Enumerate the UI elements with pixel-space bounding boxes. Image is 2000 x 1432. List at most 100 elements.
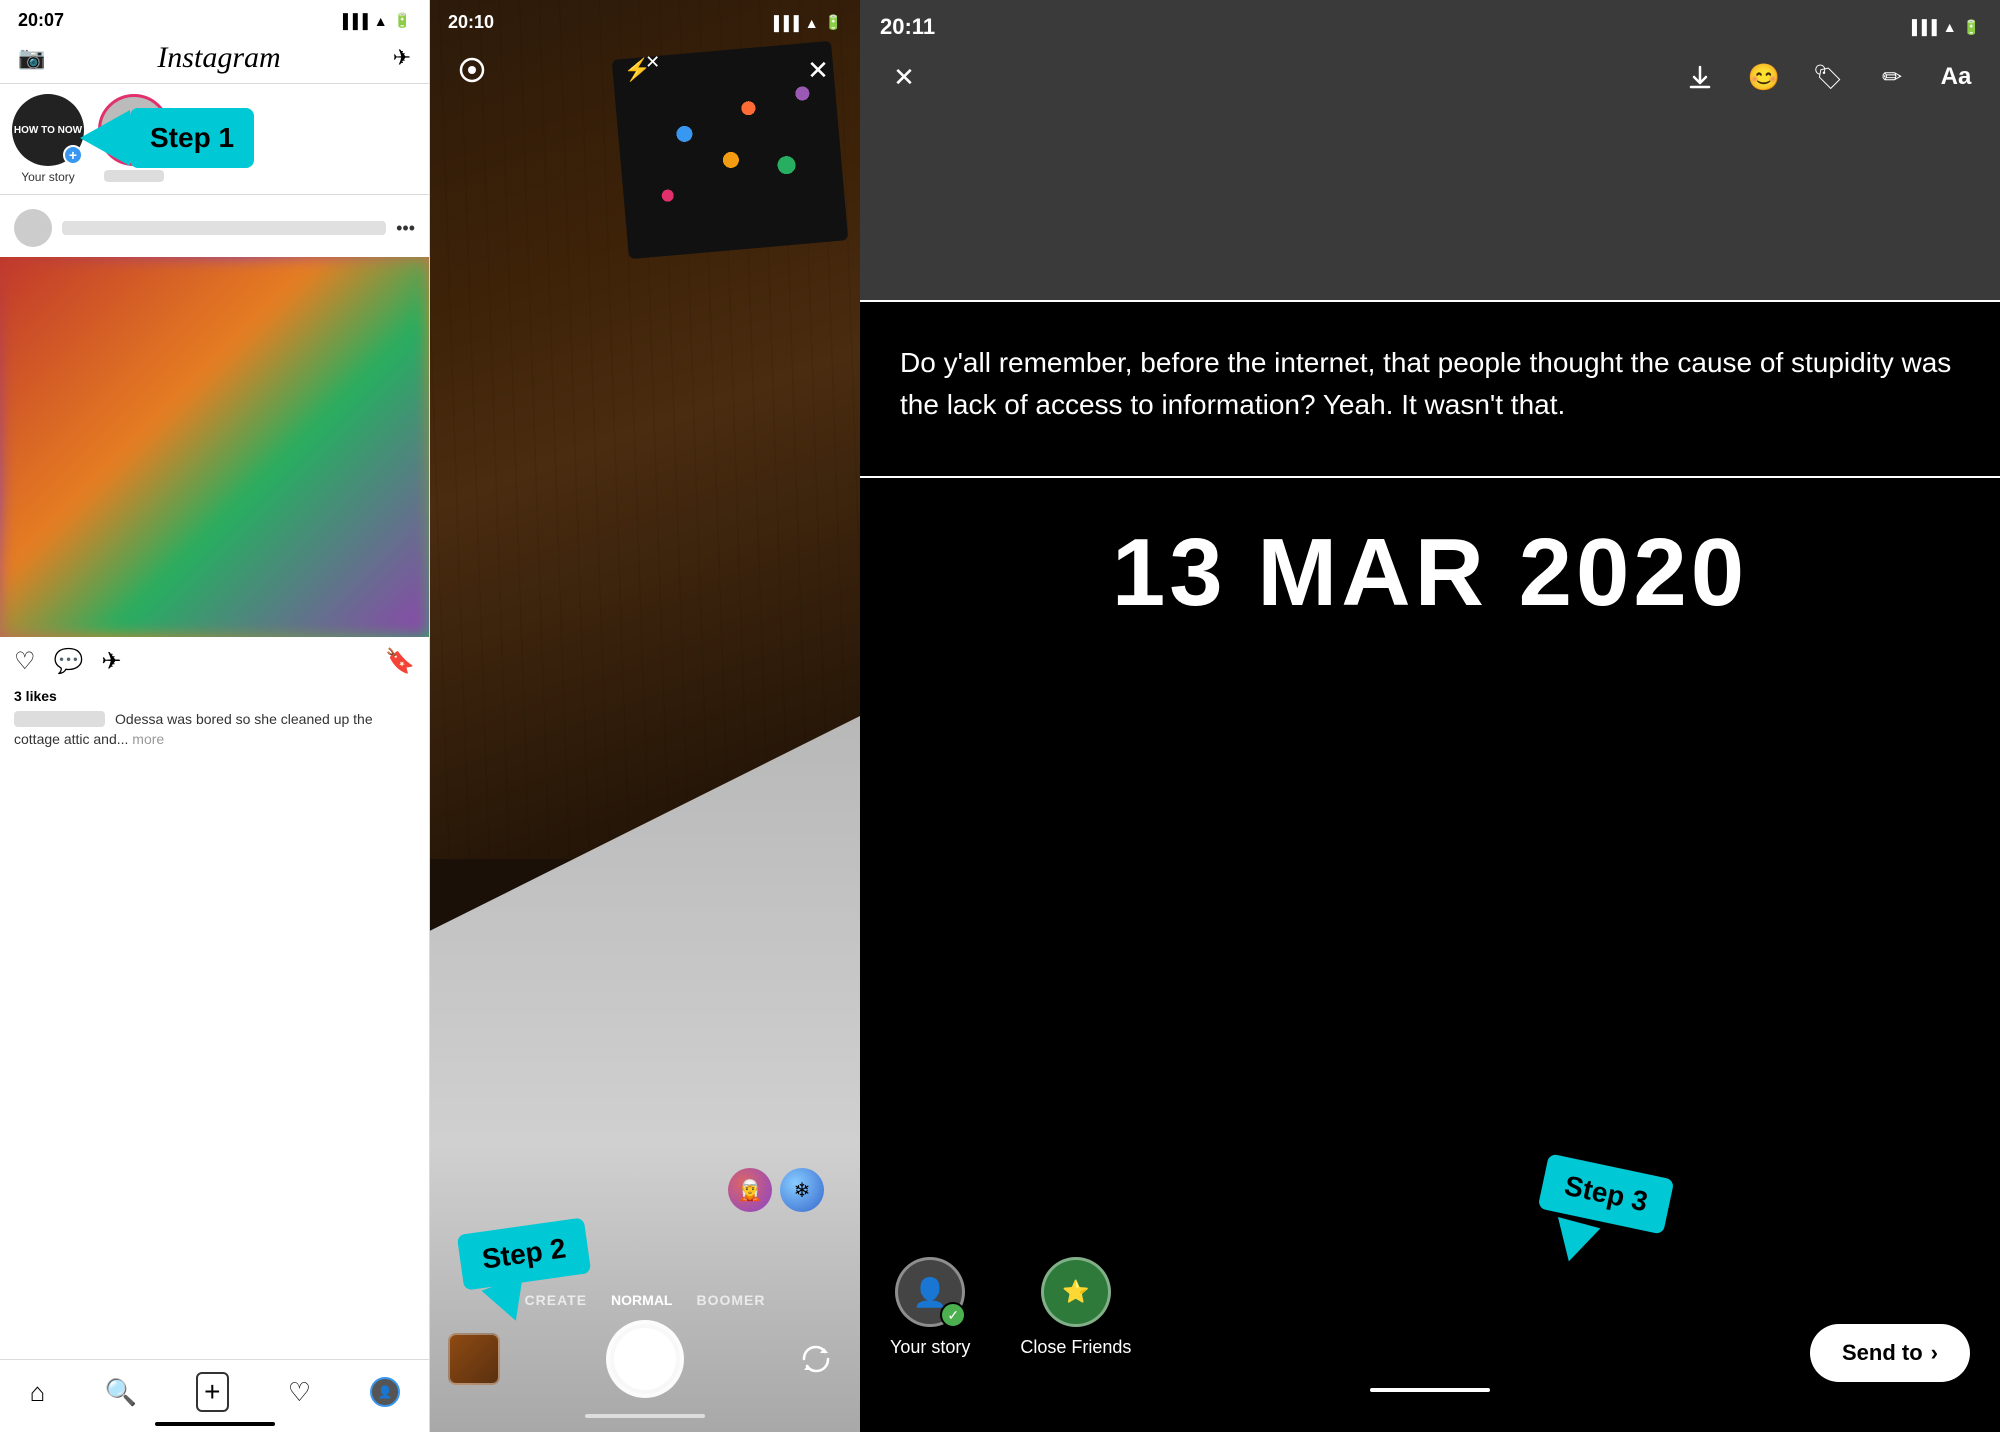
camera-icon[interactable]: 📷 xyxy=(18,45,45,71)
panel-instagram-feed: 20:07 ▐▐▐ ▲ 🔋 📷 Instagram ✈ HOW TO NOW +… xyxy=(0,0,430,1432)
story-destinations: 👤 ✓ Your story ⭐ Close Friends xyxy=(890,1257,1970,1358)
star-icon-dest: ⭐ xyxy=(1062,1279,1089,1305)
post-more-link[interactable]: more xyxy=(132,731,164,747)
story-download-icon[interactable] xyxy=(1678,55,1722,99)
your-story-item[interactable]: HOW TO NOW + Your story xyxy=(12,94,84,184)
story-bottom-section: 👤 ✓ Your story ⭐ Close Friends Send to › xyxy=(860,1237,2000,1432)
nav-heart-icon[interactable]: ♡ xyxy=(288,1377,311,1408)
gallery-thumbnail[interactable] xyxy=(448,1333,500,1385)
story-emoji-icon[interactable]: 😊 xyxy=(1742,55,1786,99)
post-caption: Odessa was bored so she cleaned up the c… xyxy=(0,708,429,755)
send-to-label: Send to xyxy=(1842,1340,1923,1366)
dest-your-story[interactable]: 👤 ✓ Your story xyxy=(890,1257,970,1358)
step2-label: Step 2 xyxy=(480,1232,568,1274)
step2-annotation: Step 2 xyxy=(460,1226,588,1322)
status-icons-p1: ▐▐▐ ▲ 🔋 xyxy=(338,12,411,29)
story-text-content: Do y'all remember, before the internet, … xyxy=(860,302,2000,476)
post-username-inline xyxy=(14,711,105,727)
send-to-arrow: › xyxy=(1931,1340,1938,1366)
nav-profile-avatar[interactable]: 👤 xyxy=(370,1377,400,1407)
home-indicator-p3 xyxy=(1370,1388,1490,1392)
flash-off-icon[interactable]: ⚡✕ xyxy=(625,50,665,90)
dest-your-story-circle: 👤 ✓ xyxy=(895,1257,965,1327)
status-bar-panel2: 20:10 ▐▐▐ ▲ 🔋 xyxy=(430,0,860,39)
like-icon[interactable]: ♡ xyxy=(14,647,36,676)
status-icons-p3: ▐▐▐ ▲ 🔋 xyxy=(1907,19,1980,36)
signal-p3: ▐▐▐ xyxy=(1907,19,1937,35)
signal-icon-p1: ▐▐▐ xyxy=(338,13,368,29)
dest-your-story-label: Your story xyxy=(890,1337,970,1358)
shutter-button[interactable] xyxy=(606,1320,684,1398)
battery-icon-p1: 🔋 xyxy=(394,12,411,29)
share-icon[interactable]: ✈ xyxy=(101,647,121,676)
step3-arrow xyxy=(1548,1217,1601,1267)
status-bar-panel1: 20:07 ▐▐▐ ▲ 🔋 xyxy=(0,0,429,35)
instagram-logo: Instagram xyxy=(157,41,280,75)
dest-close-friends-circle: ⭐ xyxy=(1041,1257,1111,1327)
status-time-p1: 20:07 xyxy=(18,10,64,31)
camera-top-controls: ⚡✕ ✕ xyxy=(430,50,860,90)
other-story-label xyxy=(104,170,164,182)
status-time-p2: 20:10 xyxy=(448,12,494,33)
bookmark-icon[interactable]: 🔖 xyxy=(385,647,415,676)
post-actions: ♡ 💬 ✈ 🔖 xyxy=(0,637,429,686)
signal-p2: ▐▐▐ xyxy=(769,15,799,31)
flip-camera-icon[interactable] xyxy=(790,1333,842,1385)
home-indicator-area-p3 xyxy=(890,1388,1970,1392)
story-quote: Do y'all remember, before the internet, … xyxy=(900,342,1960,426)
story-editor-controls: ✕ 😊 🏷 ✏ Aa xyxy=(860,55,2000,99)
story-sticker-icon[interactable]: 🏷 xyxy=(1806,55,1850,99)
home-indicator-p2 xyxy=(585,1414,705,1418)
post-username xyxy=(62,221,386,235)
post-more-icon[interactable]: ••• xyxy=(396,218,415,239)
story-date-block: 13 MAR 2020 xyxy=(860,478,2000,668)
status-icons-p2: ▐▐▐ ▲ 🔋 xyxy=(769,12,842,33)
step3-label: Step 3 xyxy=(1562,1170,1651,1218)
dest-close-friends-label: Close Friends xyxy=(1020,1337,1131,1358)
story-text-icon[interactable]: Aa xyxy=(1934,55,1978,99)
wifi-p2: ▲ xyxy=(805,15,819,31)
your-story-avatar-wrap: HOW TO NOW + xyxy=(12,94,84,166)
send-icon[interactable]: ✈ xyxy=(393,45,411,71)
status-bar-panel3: 20:11 ▐▐▐ ▲ 🔋 xyxy=(860,0,2000,46)
story-close-icon[interactable]: ✕ xyxy=(882,55,926,99)
story-date: 13 MAR 2020 xyxy=(890,518,1970,628)
story-avatar-purple[interactable]: 🧝 xyxy=(728,1168,772,1212)
mode-normal[interactable]: NORMAL xyxy=(611,1292,672,1308)
wifi-icon-p1: ▲ xyxy=(374,13,388,29)
post-user-row: ••• xyxy=(0,199,429,257)
nav-add-icon[interactable]: + xyxy=(196,1372,228,1412)
step3-annotation: Step 3 xyxy=(1542,1166,1670,1262)
step1-annotation: Step 1 xyxy=(80,108,254,168)
story-avatars-row: 🧝 ❄ xyxy=(710,1162,842,1212)
step1-label: Step 1 xyxy=(150,122,234,153)
comment-icon[interactable]: 💬 xyxy=(54,647,84,676)
nav-home-icon[interactable]: ⌂ xyxy=(30,1377,46,1408)
story-right-controls: 😊 🏷 ✏ Aa xyxy=(1678,55,1978,99)
camera-controls-row xyxy=(430,1314,860,1414)
home-indicator-p1 xyxy=(155,1422,275,1426)
panel-story-editor: 20:11 ▐▐▐ ▲ 🔋 ✕ 😊 🏷 ✏ Aa xyxy=(860,0,2000,1432)
step1-body: Step 1 xyxy=(130,108,254,168)
dest-check-your-story: ✓ xyxy=(940,1302,966,1328)
home-indicator-area-p2 xyxy=(430,1414,860,1432)
battery-p3: 🔋 xyxy=(1963,19,1980,36)
mode-boomer[interactable]: BOOMER xyxy=(696,1292,765,1308)
nav-search-icon[interactable]: 🔍 xyxy=(105,1377,137,1408)
shutter-inner xyxy=(614,1328,676,1390)
dest-close-friends[interactable]: ⭐ Close Friends xyxy=(1020,1257,1131,1358)
battery-p2: 🔋 xyxy=(825,14,842,31)
instagram-header: 📷 Instagram ✈ xyxy=(0,35,429,84)
your-story-label: Your story xyxy=(21,170,75,184)
post-avatar xyxy=(14,209,52,247)
send-to-button[interactable]: Send to › xyxy=(1810,1324,1970,1382)
post-image-blur xyxy=(0,257,430,637)
story-avatar-blue[interactable]: ❄ xyxy=(780,1168,824,1212)
status-time-p3: 20:11 xyxy=(880,14,935,40)
close-camera-icon[interactable]: ✕ xyxy=(798,50,838,90)
story-doodle-icon[interactable]: ✏ xyxy=(1870,55,1914,99)
panel-camera: 20:10 ▐▐▐ ▲ 🔋 ⚡✕ ✕ 🧝 ❄ CREATE NORMAL BOO… xyxy=(430,0,860,1432)
wifi-p3: ▲ xyxy=(1943,19,1957,35)
camera-background xyxy=(430,0,860,1432)
camera-settings-icon[interactable] xyxy=(452,50,492,90)
